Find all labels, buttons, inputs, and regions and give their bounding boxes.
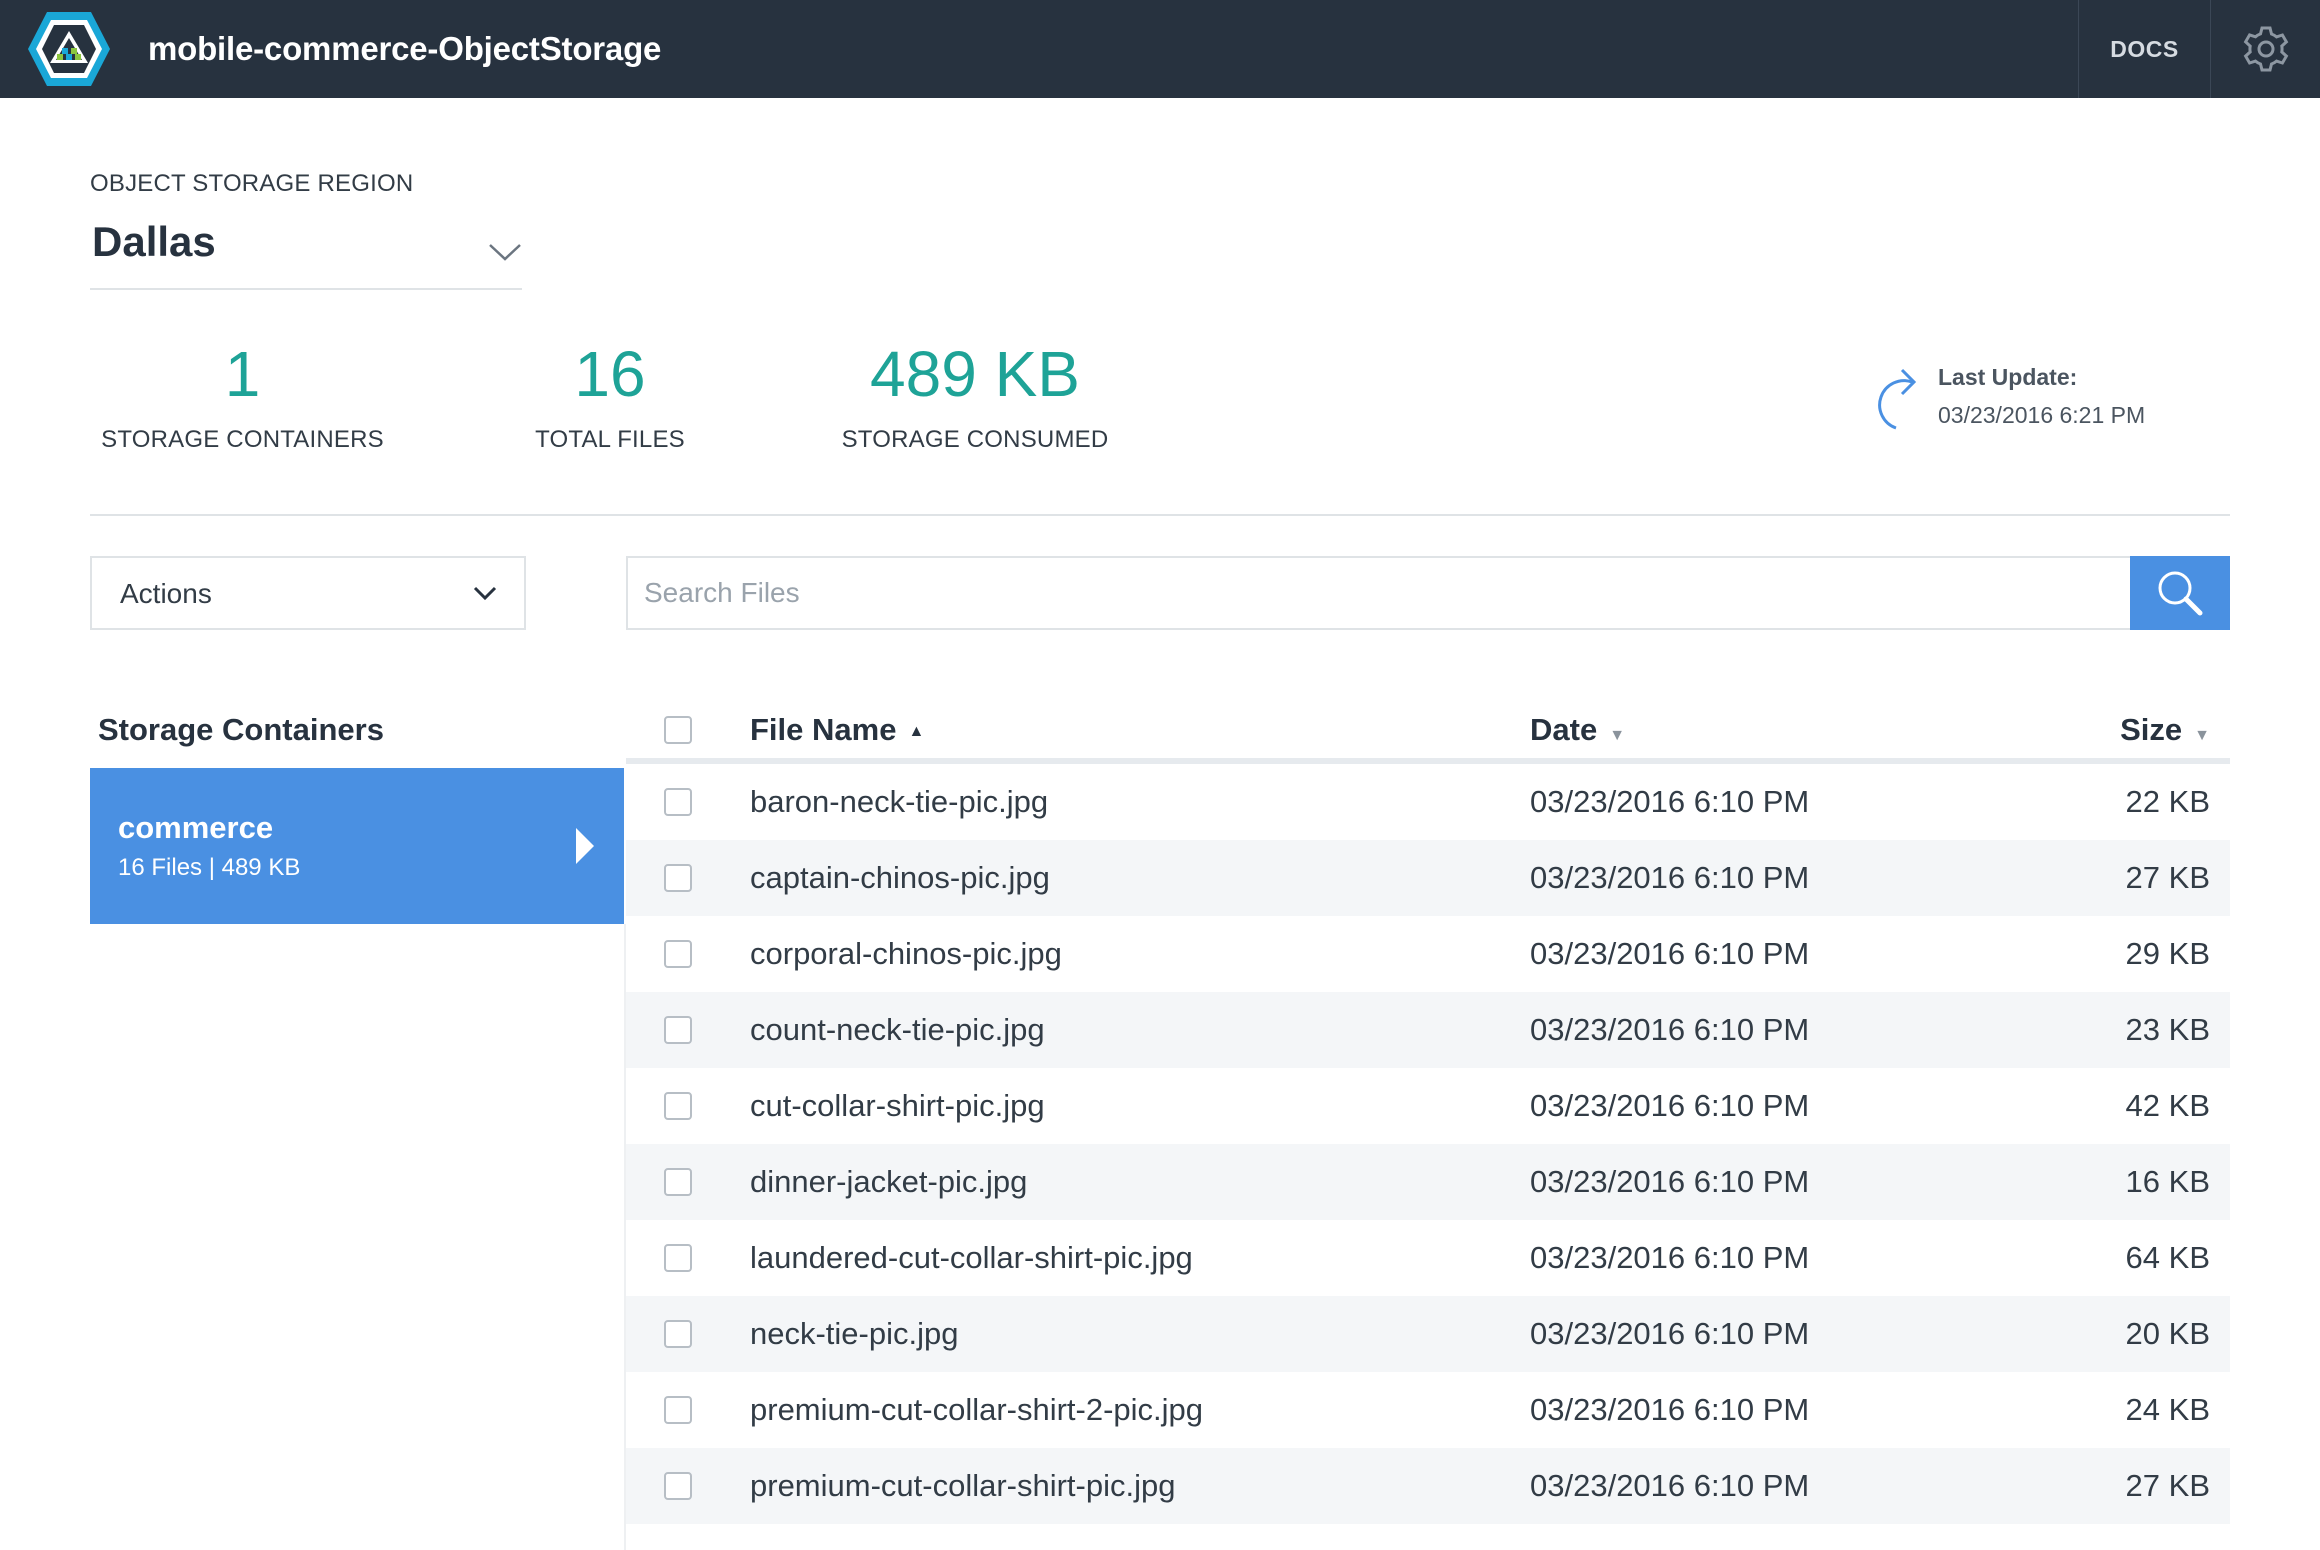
file-name-cell[interactable]: cut-collar-shirt-pic.jpg: [750, 1088, 1045, 1124]
table-row[interactable]: cut-collar-shirt-pic.jpg 03/23/2016 6:10…: [626, 1068, 2230, 1144]
file-table: File Name ▲ Date ▼ Size ▼ baron-neck-tie-pi…: [626, 700, 2230, 1524]
date-cell: 03/23/2016 6:10 PM: [1530, 1088, 1810, 1123]
stat-label: STORAGE CONTAINERS: [101, 426, 384, 453]
size-cell: 23 KB: [2125, 1012, 2210, 1047]
date-cell: 03/23/2016 6:10 PM: [1530, 784, 1810, 819]
size-cell: 64 KB: [2125, 1240, 2210, 1275]
stat-value: 1: [224, 338, 261, 410]
row-checkbox[interactable]: [664, 788, 692, 816]
row-checkbox[interactable]: [664, 1396, 692, 1424]
search-input[interactable]: [628, 558, 2132, 628]
table-row[interactable]: premium-cut-collar-shirt-pic.jpg 03/23/2…: [626, 1448, 2230, 1524]
file-name-cell[interactable]: dinner-jacket-pic.jpg: [750, 1164, 1027, 1200]
table-row[interactable]: laundered-cut-collar-shirt-pic.jpg 03/23…: [626, 1220, 2230, 1296]
caret-right-icon: [576, 828, 594, 864]
column-header-label: Date: [1530, 712, 1598, 747]
row-checkbox[interactable]: [664, 1244, 692, 1272]
container-item-commerce[interactable]: commerce 16 Files | 489 KB: [90, 768, 624, 924]
container-meta: 16 Files | 489 KB: [118, 854, 301, 881]
actions-label: Actions: [120, 578, 212, 609]
file-name-cell[interactable]: captain-chinos-pic.jpg: [750, 860, 1050, 896]
top-bar: mobile-commerce-ObjectStorage DOCS: [0, 0, 2320, 98]
chevron-down-icon: [473, 586, 497, 601]
refresh-icon[interactable]: [1874, 362, 1930, 436]
date-cell: 03/23/2016 6:10 PM: [1530, 1240, 1810, 1275]
stat-value: 489 KB: [870, 338, 1080, 410]
column-header-date[interactable]: Date ▼: [1530, 712, 1625, 748]
table-body: baron-neck-tie-pic.jpg 03/23/2016 6:10 P…: [626, 764, 2230, 1524]
table-row[interactable]: count-neck-tie-pic.jpg 03/23/2016 6:10 P…: [626, 992, 2230, 1068]
row-checkbox[interactable]: [664, 1168, 692, 1196]
size-cell: 29 KB: [2125, 936, 2210, 971]
chevron-down-icon: [489, 244, 521, 261]
app-title: mobile-commerce-ObjectStorage: [148, 30, 662, 67]
size-cell: 27 KB: [2125, 1468, 2210, 1503]
region-select[interactable]: Dallas: [90, 212, 522, 290]
date-cell: 03/23/2016 6:10 PM: [1530, 1164, 1810, 1199]
file-name-cell[interactable]: neck-tie-pic.jpg: [750, 1316, 958, 1352]
docs-button[interactable]: DOCS: [2078, 0, 2210, 98]
table-row[interactable]: neck-tie-pic.jpg 03/23/2016 6:10 PM 20 K…: [626, 1296, 2230, 1372]
select-all-checkbox[interactable]: [664, 716, 692, 744]
size-cell: 16 KB: [2125, 1164, 2210, 1199]
row-checkbox[interactable]: [664, 1016, 692, 1044]
file-name-cell[interactable]: laundered-cut-collar-shirt-pic.jpg: [750, 1240, 1193, 1276]
last-update-value: 03/23/2016 6:21 PM: [1938, 402, 2146, 428]
actions-dropdown[interactable]: Actions: [90, 556, 526, 630]
section-divider: [90, 514, 2230, 516]
last-update-label: Last Update:: [1938, 364, 2078, 390]
size-cell: 27 KB: [2125, 860, 2210, 895]
table-row[interactable]: corporal-chinos-pic.jpg 03/23/2016 6:10 …: [626, 916, 2230, 992]
table-header: File Name ▲ Date ▼ Size ▼: [626, 700, 2230, 764]
stat-label: TOTAL FILES: [535, 426, 685, 453]
file-name-cell[interactable]: corporal-chinos-pic.jpg: [750, 936, 1062, 972]
column-header-size[interactable]: Size ▼: [2120, 712, 2210, 748]
table-row[interactable]: baron-neck-tie-pic.jpg 03/23/2016 6:10 P…: [626, 764, 2230, 840]
size-cell: 20 KB: [2125, 1316, 2210, 1351]
search-icon: [2158, 571, 2203, 616]
region-label: OBJECT STORAGE REGION: [90, 170, 414, 197]
sort-ascending-icon: ▲: [908, 723, 925, 740]
table-row[interactable]: dinner-jacket-pic.jpg 03/23/2016 6:10 PM…: [626, 1144, 2230, 1220]
column-header-label: Size: [2120, 712, 2183, 747]
size-cell: 24 KB: [2125, 1392, 2210, 1427]
sort-descending-icon: ▼: [2194, 727, 2210, 744]
date-cell: 03/23/2016 6:10 PM: [1530, 1012, 1810, 1047]
storage-containers-title: Storage Containers: [98, 712, 384, 747]
stat-value: 16: [574, 338, 646, 410]
container-name: commerce: [118, 810, 274, 845]
row-checkbox[interactable]: [664, 1092, 692, 1120]
date-cell: 03/23/2016 6:10 PM: [1530, 1468, 1810, 1503]
date-cell: 03/23/2016 6:10 PM: [1530, 1392, 1810, 1427]
region-value: Dallas: [92, 218, 216, 265]
size-cell: 22 KB: [2125, 784, 2210, 819]
date-cell: 03/23/2016 6:10 PM: [1530, 936, 1810, 971]
search-bar: [626, 556, 2230, 630]
stat-label: STORAGE CONSUMED: [841, 426, 1109, 453]
gear-icon: [2243, 26, 2288, 72]
row-checkbox[interactable]: [664, 940, 692, 968]
file-name-cell[interactable]: baron-neck-tie-pic.jpg: [750, 784, 1048, 820]
table-row[interactable]: premium-cut-collar-shirt-2-pic.jpg 03/23…: [626, 1372, 2230, 1448]
row-checkbox[interactable]: [664, 1320, 692, 1348]
table-row[interactable]: captain-chinos-pic.jpg 03/23/2016 6:10 P…: [626, 840, 2230, 916]
row-checkbox[interactable]: [664, 1472, 692, 1500]
file-name-cell[interactable]: count-neck-tie-pic.jpg: [750, 1012, 1045, 1048]
row-checkbox[interactable]: [664, 864, 692, 892]
date-cell: 03/23/2016 6:10 PM: [1530, 860, 1810, 895]
app-logo-icon[interactable]: [26, 8, 112, 90]
column-header-file-name[interactable]: File Name ▲: [750, 712, 924, 748]
file-name-cell[interactable]: premium-cut-collar-shirt-2-pic.jpg: [750, 1392, 1203, 1428]
search-button[interactable]: [2130, 556, 2230, 630]
last-update: Last Update: 03/23/2016 6:21 PM: [1874, 356, 2204, 436]
size-cell: 42 KB: [2125, 1088, 2210, 1123]
stat-total-files: 16 TOTAL FILES: [500, 334, 720, 454]
stat-storage-consumed: 489 KB STORAGE CONSUMED: [830, 334, 1120, 454]
column-header-label: File Name: [750, 712, 897, 747]
sort-descending-icon: ▼: [1609, 727, 1626, 744]
settings-button[interactable]: [2210, 0, 2320, 98]
stat-storage-containers: 1 STORAGE CONTAINERS: [90, 334, 395, 454]
date-cell: 03/23/2016 6:10 PM: [1530, 1316, 1810, 1351]
file-name-cell[interactable]: premium-cut-collar-shirt-pic.jpg: [750, 1468, 1175, 1504]
